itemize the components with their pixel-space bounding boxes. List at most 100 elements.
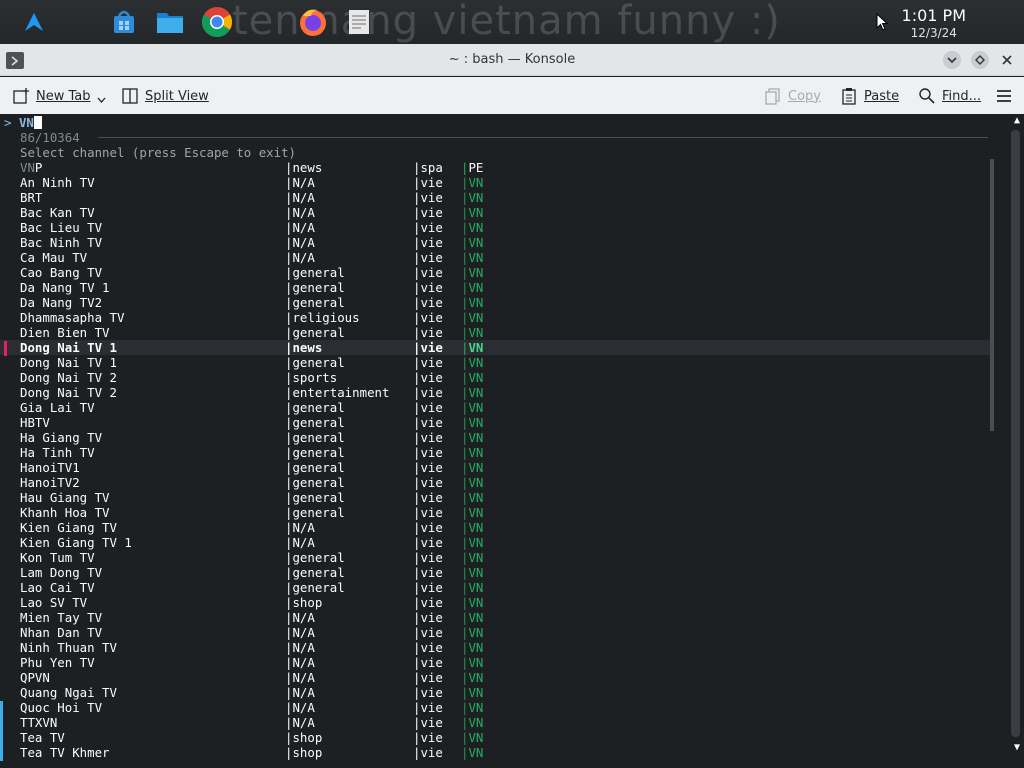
channel-name: Tea TV Khmer bbox=[20, 745, 110, 760]
channel-country: |VN bbox=[461, 370, 484, 385]
list-item[interactable]: An Ninh TV |N/A |vie |VN bbox=[0, 175, 992, 190]
scrollbar-thumb[interactable] bbox=[1011, 130, 1020, 737]
channel-language: |vie bbox=[413, 175, 443, 190]
channel-category: |N/A bbox=[285, 610, 315, 625]
new-tab-button[interactable]: New Tab bbox=[12, 85, 106, 107]
channel-category: |shop bbox=[285, 595, 323, 610]
minimize-button[interactable] bbox=[943, 51, 961, 69]
list-item[interactable]: HBTV |general |vie |VN bbox=[0, 415, 992, 430]
list-item[interactable]: Dhammasapha TV |religious |vie |VN bbox=[0, 310, 992, 325]
fzf-prompt[interactable]: > VN bbox=[4, 115, 42, 130]
list-item[interactable]: Ha Giang TV |general |vie |VN bbox=[0, 430, 992, 445]
channel-name: Bac Ninh TV bbox=[20, 235, 103, 250]
channel-language: |vie bbox=[413, 400, 443, 415]
split-view-button[interactable]: Split View bbox=[121, 85, 209, 107]
file-manager-icon[interactable] bbox=[152, 4, 188, 40]
list-item[interactable]: Cao Bang TV |general |vie |VN bbox=[0, 265, 992, 280]
channel-category: |entertainment bbox=[285, 385, 390, 400]
list-item[interactable]: Gia Lai TV |general |vie |VN bbox=[0, 400, 992, 415]
channel-category: |sports bbox=[285, 370, 338, 385]
list-item[interactable]: Dong Nai TV 1 |general |vie |VN bbox=[0, 355, 992, 370]
list-item[interactable]: Kien Giang TV |N/A |vie |VN bbox=[0, 520, 992, 535]
list-item[interactable]: Tea TV Khmer |shop |vie |VN bbox=[0, 745, 992, 760]
list-item[interactable]: Bac Ninh TV |N/A |vie |VN bbox=[0, 235, 992, 250]
list-item[interactable]: Dong Nai TV 2 |sports |vie |VN bbox=[0, 370, 992, 385]
paste-button[interactable]: Paste bbox=[840, 85, 899, 107]
channel-category: |general bbox=[285, 490, 345, 505]
list-item[interactable]: Tea TV |shop |vie |VN bbox=[0, 730, 992, 745]
channel-language: |vie bbox=[413, 460, 443, 475]
list-item[interactable]: Lao Cai TV |general |vie |VN bbox=[0, 580, 992, 595]
list-item[interactable]: Ha Tinh TV |general |vie |VN bbox=[0, 445, 992, 460]
copy-button[interactable]: Copy bbox=[764, 85, 821, 107]
channel-country: |VN bbox=[461, 730, 484, 745]
window-titlebar[interactable]: ~ : bash — Konsole bbox=[0, 44, 1024, 76]
hamburger-menu-button[interactable] bbox=[995, 85, 1013, 107]
scroll-down-icon[interactable]: ▼ bbox=[1010, 741, 1024, 755]
channel-language: |vie bbox=[413, 610, 443, 625]
list-item[interactable]: TTXVN |N/A |vie |VN bbox=[0, 715, 992, 730]
channel-language: |vie bbox=[413, 325, 443, 340]
channel-name: Lao SV TV bbox=[20, 595, 88, 610]
channel-category: |general bbox=[285, 295, 345, 310]
channel-category: |N/A bbox=[285, 715, 315, 730]
list-item[interactable]: Hau Giang TV |general |vie |VN bbox=[0, 490, 992, 505]
channel-country: |VN bbox=[461, 700, 484, 715]
list-item[interactable]: Phu Yen TV |N/A |vie |VN bbox=[0, 655, 992, 670]
find-button[interactable]: Find... bbox=[918, 85, 981, 107]
terminal-view[interactable]: > VN 86/10364 Select channel (press Esca… bbox=[0, 114, 1024, 768]
channel-country: |VN bbox=[461, 505, 484, 520]
close-button[interactable] bbox=[998, 51, 1016, 69]
channel-name: QPVN bbox=[20, 670, 50, 685]
prompt-arrow: > bbox=[4, 115, 12, 130]
channel-country: |VN bbox=[461, 205, 484, 220]
list-item[interactable]: Ca Mau TV |N/A |vie |VN bbox=[0, 250, 992, 265]
copy-icon bbox=[765, 88, 780, 105]
list-item[interactable]: Lao SV TV |shop |vie |VN bbox=[0, 595, 992, 610]
list-item[interactable]: Dong Nai TV 1 |news |vie |VN bbox=[0, 340, 992, 355]
list-item[interactable]: Bac Lieu TV |N/A |vie |VN bbox=[0, 220, 992, 235]
channel-language: |vie bbox=[413, 190, 443, 205]
list-item[interactable]: Quang Ngai TV |N/A |vie |VN bbox=[0, 685, 992, 700]
search-query: VN bbox=[18, 115, 34, 130]
channel-country: |VN bbox=[461, 625, 484, 640]
list-item[interactable]: BRT |N/A |vie |VN bbox=[0, 190, 992, 205]
list-item[interactable]: Dong Nai TV 2 |entertainment |vie |VN bbox=[0, 385, 992, 400]
channel-category: |N/A bbox=[285, 250, 315, 265]
list-item[interactable]: Lam Dong TV |general |vie |VN bbox=[0, 565, 992, 580]
list-item[interactable]: Kien Giang TV 1 |N/A |vie |VN bbox=[0, 535, 992, 550]
store-icon[interactable] bbox=[106, 4, 142, 40]
channel-country: |VN bbox=[461, 595, 484, 610]
channel-category: |N/A bbox=[285, 535, 315, 550]
scroll-up-icon[interactable]: ▲ bbox=[1010, 114, 1024, 128]
chevron-down-icon bbox=[97, 97, 105, 103]
channel-category: |general bbox=[285, 475, 345, 490]
list-item[interactable]: Mien Tay TV |N/A |vie |VN bbox=[0, 610, 992, 625]
text-cursor bbox=[33, 116, 42, 129]
help-text: Select channel (press Escape to exit) bbox=[20, 145, 297, 160]
list-item[interactable]: Da Nang TV 1 |general |vie |VN bbox=[0, 280, 992, 295]
clock[interactable]: 1:01 PM 12/3/24 bbox=[902, 6, 966, 40]
list-item[interactable]: Nhan Dan TV |N/A |vie |VN bbox=[0, 625, 992, 640]
launcher-icon[interactable] bbox=[16, 4, 52, 40]
list-item[interactable]: Bac Kan TV |N/A |vie |VN bbox=[0, 205, 992, 220]
list-item[interactable]: Dien Bien TV |general |vie |VN bbox=[0, 325, 992, 340]
channel-country: |VN bbox=[461, 385, 484, 400]
list-item[interactable]: Ninh Thuan TV |N/A |vie |VN bbox=[0, 640, 992, 655]
text-editor-icon[interactable] bbox=[341, 4, 377, 40]
channel-language: |vie bbox=[413, 505, 443, 520]
list-item[interactable]: HanoiTV2 |general |vie |VN bbox=[0, 475, 992, 490]
list-item[interactable]: Quoc Hoi TV |N/A |vie |VN bbox=[0, 700, 992, 715]
channel-language: |vie bbox=[413, 625, 443, 640]
firefox-icon[interactable] bbox=[295, 4, 331, 40]
list-item[interactable]: Da Nang TV2 |general |vie |VN bbox=[0, 295, 992, 310]
channel-category: |N/A bbox=[285, 640, 315, 655]
channel-country: |VN bbox=[461, 250, 484, 265]
list-item[interactable]: QPVN |N/A |vie |VN bbox=[0, 670, 992, 685]
list-item[interactable]: Kon Tum TV |general |vie |VN bbox=[0, 550, 992, 565]
channel-name: Ninh Thuan TV bbox=[20, 640, 117, 655]
list-item[interactable]: HanoiTV1 |general |vie |VN bbox=[0, 460, 992, 475]
list-item[interactable]: Khanh Hoa TV |general |vie |VN bbox=[0, 505, 992, 520]
chrome-icon[interactable] bbox=[199, 4, 235, 40]
maximize-button[interactable] bbox=[971, 51, 989, 69]
